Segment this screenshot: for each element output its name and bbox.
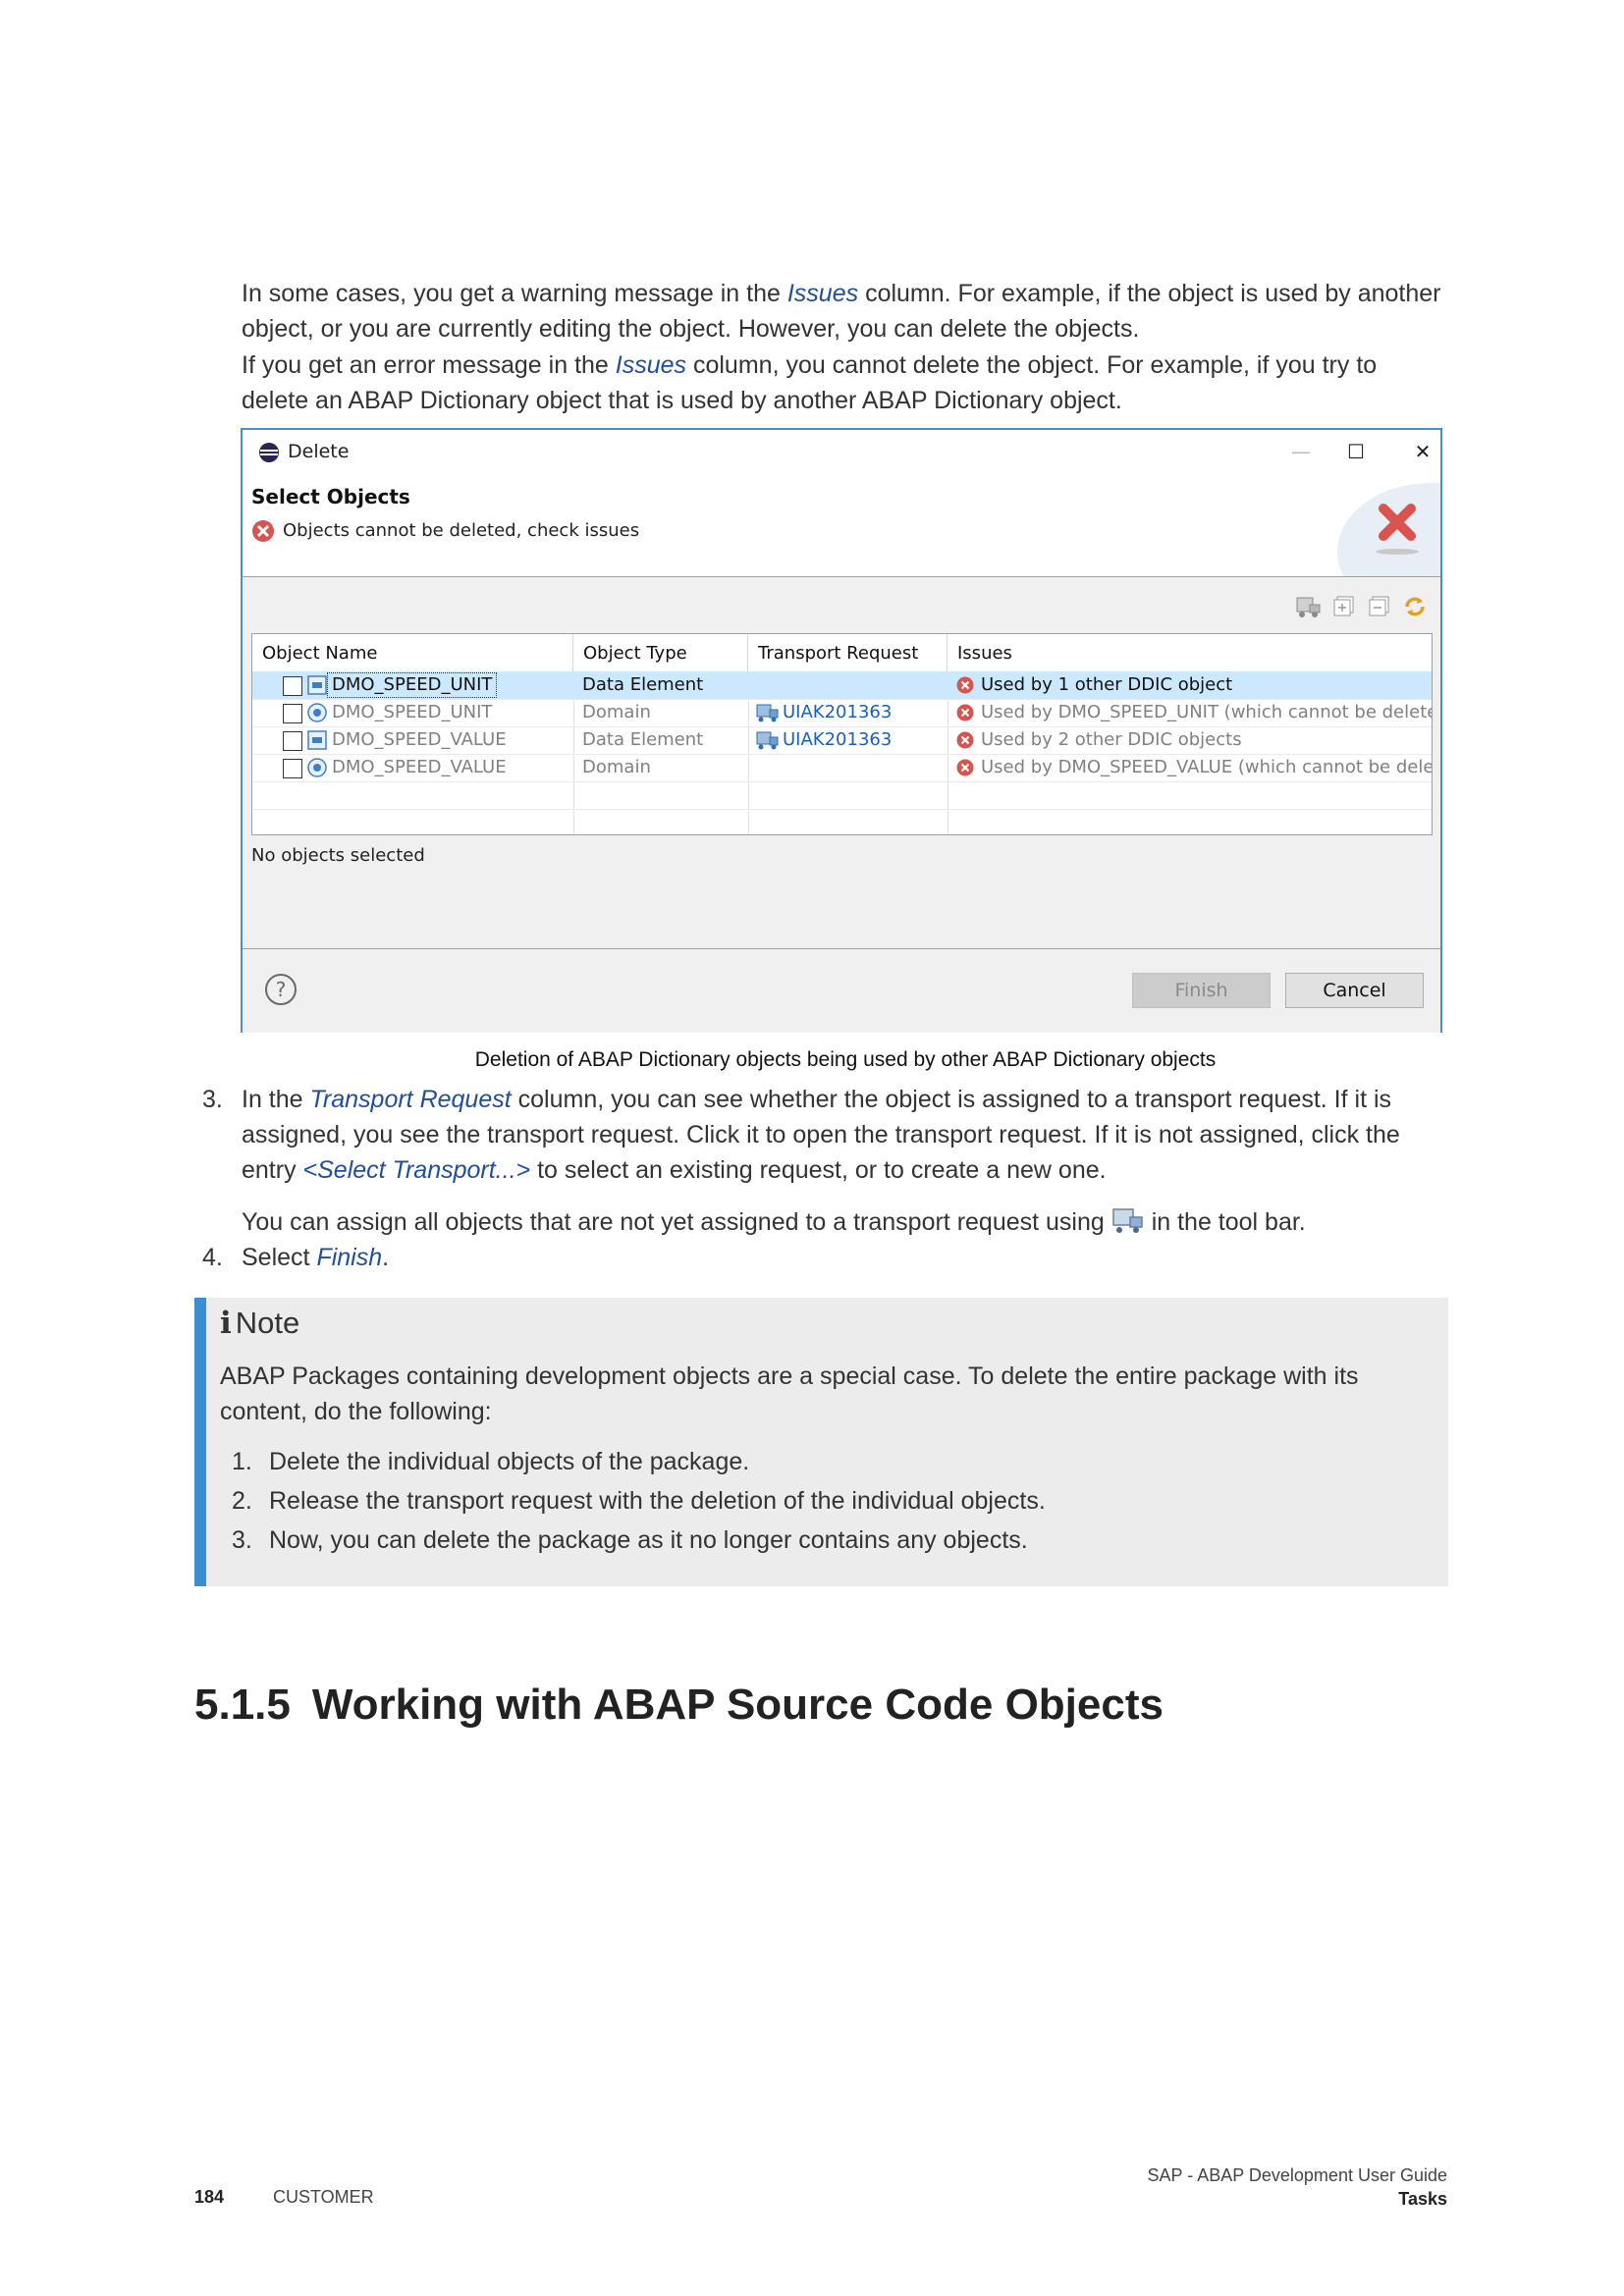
document-title: SAP - ABAP Development User Guide: [1147, 2165, 1448, 2185]
select-transport-link[interactable]: <Select Transport...>: [303, 1156, 531, 1184]
maximize-button[interactable]: ☐: [1338, 436, 1374, 467]
note-box: i Note ABAP Packages containing developme…: [194, 1298, 1448, 1586]
dialog-header: Select Objects Objects cannot be deleted…: [243, 473, 1440, 577]
issue-text: Used by 1 other DDIC object: [981, 674, 1233, 695]
dialog-titlebar: Delete — ☐ ✕: [243, 430, 1440, 473]
note-list-item: 2. Release the transport request with the…: [232, 1487, 1046, 1515]
info-icon: i: [220, 1306, 232, 1341]
table-row[interactable]: DMO_SPEED_VALUE Data Element UIAK201363 …: [252, 726, 1432, 754]
object-name: DMO_SPEED_UNIT: [326, 672, 498, 698]
header-title: Select Objects: [251, 485, 410, 508]
transport-request-link[interactable]: UIAK201363: [783, 726, 892, 754]
column-header-object-type[interactable]: Object Type: [573, 634, 748, 671]
issue-text: Used by DMO_SPEED_UNIT (which cannot be …: [981, 702, 1433, 722]
issues-link[interactable]: Issues: [787, 280, 858, 307]
transport-request-link[interactable]: UIAK201363: [783, 699, 892, 726]
error-icon: [956, 704, 974, 721]
objects-table: Object Name Object Type Transport Reques…: [251, 633, 1433, 835]
assign-transport-icon: [1112, 1208, 1143, 1233]
note-text: ABAP Packages containing development obj…: [220, 1362, 1359, 1425]
figure-caption: Deletion of ABAP Dictionary objects bein…: [474, 1048, 1217, 1071]
step-text: In the Transport Request column, you can…: [242, 1086, 1400, 1184]
eclipse-icon: [259, 443, 279, 462]
chapter-title: Tasks: [1398, 2189, 1447, 2209]
row-checkbox[interactable]: [283, 731, 302, 751]
header-message: Objects cannot be deleted, check issues: [283, 520, 640, 541]
transport-truck-icon: [756, 704, 779, 722]
object-type: Data Element: [582, 674, 704, 695]
help-icon[interactable]: ?: [264, 973, 298, 1006]
error-icon: [252, 520, 274, 542]
section-title: Working with ABAP Source Code Objects: [311, 1681, 1164, 1729]
dialog-title: Delete: [288, 441, 350, 462]
object-name: DMO_SPEED_VALUE: [332, 729, 507, 750]
domain-icon: [307, 703, 327, 722]
page-number: 184: [194, 2187, 225, 2207]
column-header-transport-request[interactable]: Transport Request: [748, 634, 947, 671]
row-checkbox[interactable]: [283, 676, 302, 696]
table-row[interactable]: DMO_SPEED_VALUE Domain Used by DMO_SPEED…: [252, 754, 1432, 781]
finish-button[interactable]: Finish: [1132, 973, 1271, 1008]
minimize-button[interactable]: —: [1283, 436, 1319, 467]
column-header-object-name[interactable]: Object Name: [252, 634, 573, 671]
step-text: Select Finish.: [242, 1244, 390, 1271]
expand-all-icon[interactable]: [1330, 594, 1358, 619]
transport-truck-icon: [756, 731, 779, 750]
note-heading: i Note: [220, 1306, 300, 1341]
object-name: DMO_SPEED_UNIT: [332, 702, 493, 722]
data-element-icon: [307, 675, 327, 695]
error-icon: [956, 731, 974, 749]
domain-icon: [307, 758, 327, 777]
intro-paragraph-1: In some cases, you get a warning message…: [242, 280, 1441, 343]
step-number: 4.: [202, 1244, 223, 1271]
dialog-toolbar: [1295, 594, 1429, 619]
refresh-icon[interactable]: [1401, 594, 1429, 619]
note-list-item: 3. Now, you can delete the package as it …: [232, 1526, 1028, 1554]
object-name: DMO_SPEED_VALUE: [332, 757, 507, 777]
step-3-extra: You can assign all objects that are not …: [242, 1208, 1306, 1236]
row-checkbox[interactable]: [283, 704, 302, 723]
finish-link[interactable]: Finish: [316, 1244, 382, 1271]
footer-doc-info: SAP - ABAP Development User Guide Tasks: [1148, 2163, 1448, 2211]
object-type: Data Element: [582, 729, 704, 750]
cancel-button[interactable]: Cancel: [1285, 973, 1424, 1008]
delete-wizard-icon: [1337, 483, 1440, 576]
selection-status: No objects selected: [251, 845, 425, 866]
object-type: Domain: [582, 757, 651, 777]
section-number: 5.1.5: [194, 1681, 291, 1729]
svg-text:?: ?: [276, 978, 287, 1001]
collapse-all-icon[interactable]: [1366, 594, 1393, 619]
column-header-issues[interactable]: Issues: [947, 634, 1432, 671]
intro-paragraph-2: If you get an error message in the Issue…: [242, 351, 1378, 414]
error-icon: [956, 676, 974, 694]
object-type: Domain: [582, 702, 651, 722]
step-number: 3.: [202, 1086, 223, 1113]
classification-label: CUSTOMER: [273, 2187, 374, 2207]
table-row[interactable]: DMO_SPEED_UNIT Data Element Used by 1 ot…: [252, 671, 1432, 699]
error-icon: [956, 759, 974, 776]
close-button[interactable]: ✕: [1405, 436, 1440, 467]
transport-request-link[interactable]: Transport Request: [310, 1086, 512, 1113]
delete-dialog: Delete — ☐ ✕ Select Objects Objects cann…: [241, 428, 1442, 1033]
table-row[interactable]: DMO_SPEED_UNIT Domain UIAK201363 Used by…: [252, 699, 1432, 726]
issue-text: Used by 2 other DDIC objects: [981, 729, 1242, 750]
note-list-item: 1. Delete the individual objects of the p…: [232, 1448, 750, 1475]
issues-link[interactable]: Issues: [616, 351, 686, 379]
section-heading: 5.1.5 Working with ABAP Source Code Objec…: [194, 1681, 1164, 1730]
assign-transport-icon[interactable]: [1295, 594, 1323, 619]
data-element-icon: [307, 730, 327, 750]
dialog-button-bar: ? Finish Cancel: [243, 948, 1440, 1033]
issue-text: Used by DMO_SPEED_VALUE (which cannot be…: [981, 757, 1433, 777]
row-checkbox[interactable]: [283, 759, 302, 778]
